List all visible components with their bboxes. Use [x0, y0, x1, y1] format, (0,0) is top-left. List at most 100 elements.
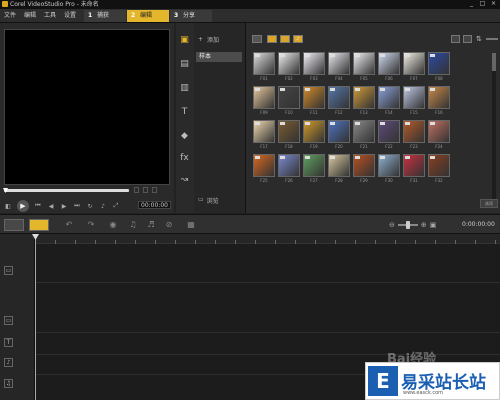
import-media-icon[interactable]	[252, 35, 262, 43]
playhead[interactable]	[32, 234, 39, 400]
library-thumbnail[interactable]	[403, 154, 425, 177]
enlarge-icon[interactable]: ⤢	[112, 202, 120, 210]
audio-mixer-icon[interactable]: ♫	[128, 220, 138, 230]
project-mode-icon[interactable]: ◧	[4, 202, 12, 210]
library-thumbnail[interactable]	[428, 86, 450, 109]
time-ruler[interactable]	[35, 234, 500, 244]
library-thumbnail[interactable]	[378, 120, 400, 143]
library-thumbnail[interactable]	[253, 154, 275, 177]
mark-in-button[interactable]	[134, 187, 139, 193]
library-thumbnail[interactable]	[303, 120, 325, 143]
zoom-slider[interactable]	[397, 221, 418, 229]
play-button[interactable]: ▶	[17, 200, 29, 212]
volume-icon[interactable]: ♪	[99, 202, 107, 210]
library-thumbnail[interactable]	[253, 52, 275, 75]
show-audio-toggle[interactable]: ♪	[293, 35, 303, 43]
previous-frame-icon[interactable]: ◀	[47, 202, 55, 210]
folder-item-sample[interactable]: 样本	[196, 52, 242, 62]
list-view-icon[interactable]	[451, 35, 460, 43]
motion-tracking-icon[interactable]: ⊘	[164, 220, 174, 230]
library-thumbnail[interactable]	[303, 52, 325, 75]
title-track-header[interactable]: T	[4, 338, 32, 348]
fit-project-icon[interactable]: ▣	[430, 221, 437, 229]
transition-icon[interactable]: ▥	[179, 83, 190, 94]
menu-edit[interactable]: 编辑	[24, 9, 36, 23]
library-thumbnail[interactable]	[278, 120, 300, 143]
library-thumbnail[interactable]	[328, 52, 350, 75]
title-icon[interactable]: T	[179, 107, 190, 118]
library-thumbnail[interactable]	[353, 52, 375, 75]
record-capture-icon[interactable]: ◉	[108, 220, 118, 230]
scrub-bar[interactable]	[4, 189, 129, 192]
media-icon[interactable]: ▣	[179, 35, 190, 46]
library-thumbnail[interactable]	[278, 154, 300, 177]
library-thumbnail[interactable]	[428, 120, 450, 143]
auto-music-icon[interactable]: ♬	[146, 220, 156, 230]
step-tab-capture[interactable]: 1 捕获	[84, 10, 126, 22]
zoom-slider-knob[interactable]	[405, 221, 410, 229]
library-thumbnail[interactable]	[253, 120, 275, 143]
timeline-view-button[interactable]	[29, 219, 49, 231]
library-thumbnail[interactable]	[403, 120, 425, 143]
library-thumbnail[interactable]	[353, 120, 375, 143]
split-clip-button[interactable]	[152, 187, 157, 193]
library-thumbnail[interactable]	[378, 52, 400, 75]
video-track-header[interactable]: ▭	[4, 266, 32, 276]
step-tab-edit[interactable]: 2 编辑	[127, 10, 169, 22]
mark-out-button[interactable]	[143, 187, 148, 193]
minimize-button[interactable]: _	[468, 1, 475, 7]
storyboard-view-button[interactable]	[4, 219, 24, 231]
redo-icon[interactable]: ↷	[86, 220, 96, 230]
library-thumbnail[interactable]	[328, 154, 350, 177]
library-thumbnail[interactable]	[328, 86, 350, 109]
add-folder-button[interactable]: + 添加	[198, 35, 219, 44]
subtitle-editor-icon[interactable]: ▦	[186, 220, 196, 230]
library-thumbnail[interactable]	[303, 154, 325, 177]
thumbnail-view-icon[interactable]	[463, 35, 472, 43]
show-photo-toggle[interactable]	[280, 35, 290, 43]
library-thumbnail[interactable]	[428, 154, 450, 177]
menu-tools[interactable]: 工具	[44, 9, 56, 23]
library-thumbnail[interactable]	[353, 86, 375, 109]
library-thumbnail[interactable]	[278, 52, 300, 75]
end-icon[interactable]: ⏭	[73, 202, 81, 210]
options-button[interactable]: 选项	[480, 199, 498, 208]
library-thumbnail[interactable]	[328, 120, 350, 143]
path-icon[interactable]: ↝	[179, 175, 190, 186]
library-thumbnail[interactable]	[378, 86, 400, 109]
media-type-badge	[305, 122, 310, 125]
menu-file[interactable]: 文件	[4, 9, 16, 23]
step-tab-share[interactable]: 3 分享	[170, 10, 212, 22]
voice-track-header[interactable]: ♪	[4, 358, 32, 368]
player-timecode[interactable]: 00:00:00	[138, 201, 171, 209]
library-thumbnail[interactable]	[253, 86, 275, 109]
zoom-in-icon[interactable]: ⊕	[421, 221, 427, 229]
maximize-button[interactable]: □	[479, 1, 486, 7]
scrollbar-thumb[interactable]	[492, 53, 496, 71]
library-thumbnail[interactable]	[428, 52, 450, 75]
browse-button[interactable]: ▭ 浏览	[198, 196, 219, 205]
close-button[interactable]: ×	[490, 1, 497, 7]
home-icon[interactable]: ⏮	[34, 202, 42, 210]
library-thumbnail[interactable]	[403, 86, 425, 109]
library-thumbnail[interactable]	[353, 154, 375, 177]
sort-icon[interactable]: ⇅	[476, 35, 484, 43]
next-frame-icon[interactable]: ▶	[60, 202, 68, 210]
repeat-icon[interactable]: ↻	[86, 202, 94, 210]
graphic-icon[interactable]: ◆	[179, 131, 190, 142]
filter-icon[interactable]: fx	[179, 153, 190, 164]
library-thumbnail[interactable]	[303, 86, 325, 109]
show-video-toggle[interactable]	[267, 35, 277, 43]
thumbnail-size-slider[interactable]	[486, 38, 498, 40]
zoom-out-icon[interactable]: ⊖	[389, 221, 395, 229]
instant-project-icon[interactable]: ▤	[179, 59, 190, 70]
undo-icon[interactable]: ↶	[64, 220, 74, 230]
library-thumbnail[interactable]	[403, 52, 425, 75]
thumbnail-label: F16	[435, 110, 443, 115]
music-track-header[interactable]: ♫	[4, 379, 32, 389]
library-scrollbar[interactable]	[492, 53, 496, 203]
library-thumbnail[interactable]	[278, 86, 300, 109]
library-thumbnail[interactable]	[378, 154, 400, 177]
menu-settings[interactable]: 设置	[64, 9, 76, 23]
overlay-track-header[interactable]: ▭	[4, 316, 32, 326]
